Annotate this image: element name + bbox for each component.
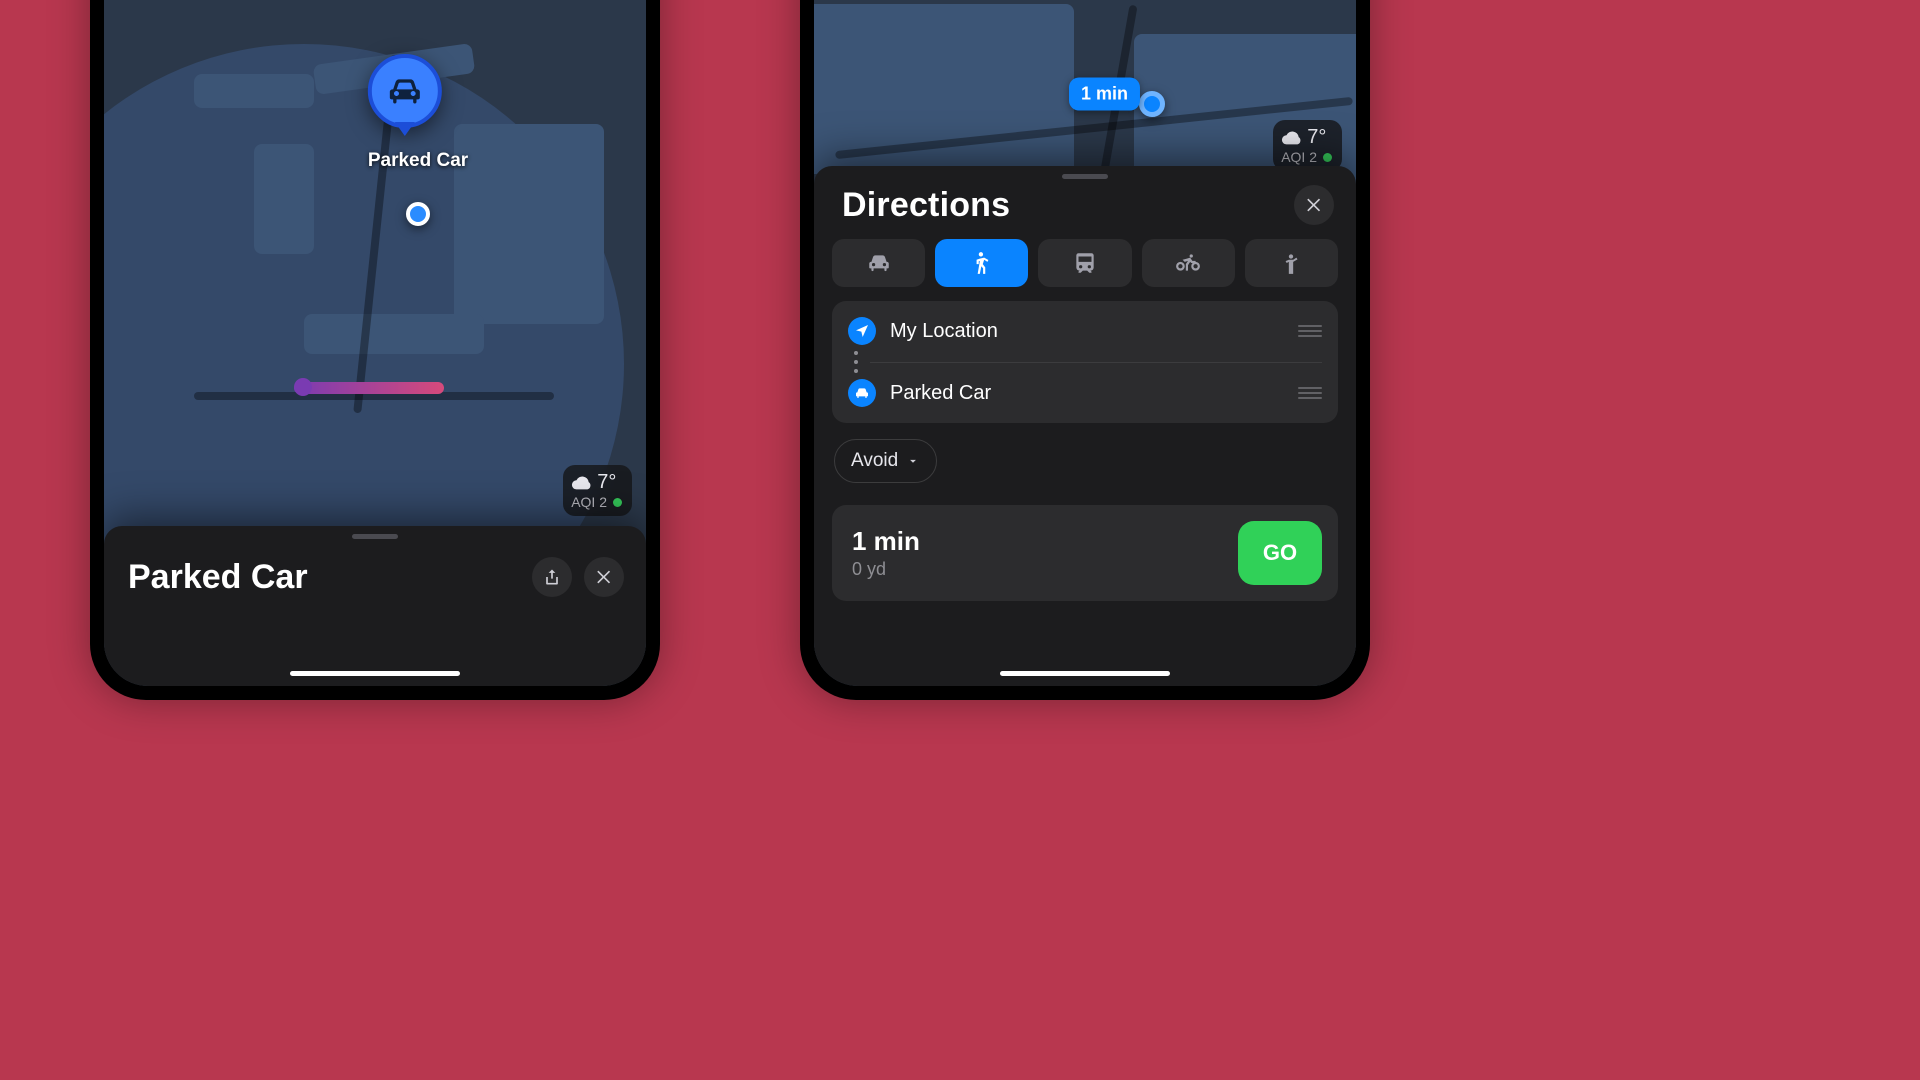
home-indicator[interactable]: [290, 671, 460, 676]
reorder-handle[interactable]: [1298, 325, 1322, 337]
mode-walk[interactable]: [935, 239, 1028, 287]
mode-rideshare[interactable]: [1245, 239, 1338, 287]
aqi-status-dot: [1323, 153, 1332, 162]
share-icon: [542, 567, 562, 587]
result-time: 1 min: [852, 526, 920, 557]
eta-pill[interactable]: 1 min: [1069, 78, 1140, 111]
bike-icon: [1175, 250, 1201, 276]
weather-temp: 7°: [597, 471, 616, 494]
cloud-icon: [571, 472, 593, 494]
aqi-label: AQI 2: [571, 494, 607, 510]
close-icon: [1304, 195, 1324, 215]
home-indicator[interactable]: [1000, 671, 1170, 676]
from-label: My Location: [890, 320, 1284, 343]
mode-drive[interactable]: [832, 239, 925, 287]
weather-badge[interactable]: 7° AQI 2: [1273, 120, 1342, 171]
to-label: Parked Car: [890, 382, 1284, 405]
route-from[interactable]: My Location: [842, 305, 1328, 357]
walk-icon: [969, 250, 995, 276]
directions-title: Directions: [842, 186, 1010, 225]
car-icon: [385, 71, 425, 111]
weather-badge[interactable]: 7° AQI 2: [563, 465, 632, 516]
location-arrow-icon: [848, 317, 876, 345]
go-button[interactable]: GO: [1238, 521, 1322, 585]
route-result[interactable]: 1 min 0 yd GO: [832, 505, 1338, 601]
result-distance: 0 yd: [852, 559, 920, 580]
route-dots: [842, 351, 870, 373]
destination-dot: [1139, 91, 1165, 117]
weather-temp: 7°: [1307, 126, 1326, 149]
car-icon: [866, 250, 892, 276]
share-button[interactable]: [532, 557, 572, 597]
cloud-icon: [1281, 127, 1303, 149]
person-hail-icon: [1278, 250, 1304, 276]
close-button[interactable]: [1294, 185, 1334, 225]
sheet-title: Parked Car: [128, 558, 308, 597]
car-icon: [848, 379, 876, 407]
mode-transit[interactable]: [1038, 239, 1131, 287]
reorder-handle[interactable]: [1298, 387, 1322, 399]
avoid-button[interactable]: Avoid: [834, 439, 937, 483]
directions-sheet[interactable]: Directions: [814, 166, 1356, 686]
route-to[interactable]: Parked Car: [842, 367, 1328, 419]
place-sheet[interactable]: Parked Car: [104, 526, 646, 686]
avoid-label: Avoid: [851, 450, 898, 472]
aqi-status-dot: [613, 498, 622, 507]
phone-right: 1 min 7° AQI 2 Directions: [800, 0, 1370, 700]
pin-label: Parked Car: [368, 150, 468, 172]
user-location-dot: [406, 202, 430, 226]
transit-icon: [1072, 250, 1098, 276]
transport-modes: [832, 239, 1338, 287]
close-button[interactable]: [584, 557, 624, 597]
chevron-down-icon: [906, 454, 920, 468]
route-endpoints: My Location Parked Car: [832, 301, 1338, 423]
parked-car-pin[interactable]: [368, 54, 442, 128]
phone-left: Parked Car 7° AQI 2 Parked Car: [90, 0, 660, 700]
aqi-label: AQI 2: [1281, 149, 1317, 165]
close-icon: [594, 567, 614, 587]
mode-cycle[interactable]: [1142, 239, 1235, 287]
